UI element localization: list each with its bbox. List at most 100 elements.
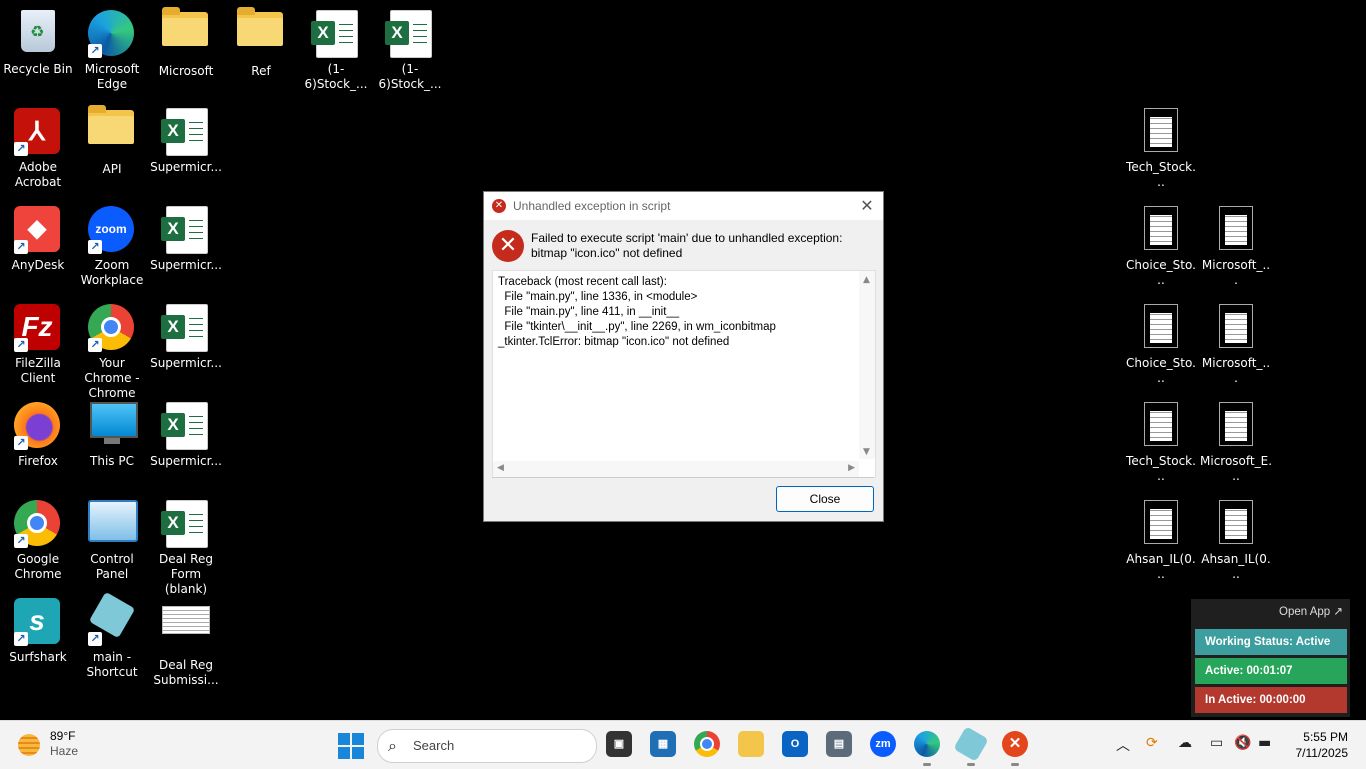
desktop-icon-stock-2[interactable]: X (1-6)Stock_... bbox=[372, 4, 448, 100]
scroll-left-icon[interactable]: ◀ bbox=[497, 463, 504, 473]
network-icon[interactable]: ▭ bbox=[1210, 735, 1223, 751]
adobe-acrobat-icon: ⅄ ↗ bbox=[14, 108, 62, 156]
clock-time: 5:55 PM bbox=[1303, 730, 1348, 744]
volume-muted-icon[interactable]: 🔇 bbox=[1234, 735, 1251, 751]
traceback-text: Traceback (most recent call last): File … bbox=[498, 276, 776, 348]
excel-file-icon: X bbox=[385, 10, 434, 58]
text-file-icon bbox=[1212, 402, 1260, 450]
running-indicator bbox=[1011, 763, 1019, 766]
chrome-icon: ↗ bbox=[14, 500, 62, 548]
desktop-icon-deal-reg-submission[interactable]: Deal Reg Submissi... bbox=[148, 592, 224, 688]
edge-icon: ↗ bbox=[88, 10, 136, 58]
open-app-link[interactable]: Open App ↗ bbox=[1276, 604, 1346, 618]
firefox-icon: ↗ bbox=[14, 402, 62, 450]
desktop-icon-supermicro-2[interactable]: X Supermicr... bbox=[148, 200, 224, 296]
desktop-icon-your-chrome[interactable]: ↗ Your Chrome - Chrome bbox=[74, 298, 150, 400]
desktop-icon-google-chrome[interactable]: ↗ Google Chrome bbox=[0, 494, 76, 590]
haze-weather-icon bbox=[18, 734, 40, 756]
excel-file-icon: X bbox=[161, 206, 210, 254]
horizontal-scrollbar[interactable]: ◀ ▶ bbox=[493, 461, 859, 477]
outlook-icon[interactable]: O bbox=[782, 731, 808, 757]
vertical-scrollbar[interactable]: ▲ ▼ bbox=[859, 271, 875, 459]
traceback-textbox[interactable]: Traceback (most recent call last): File … bbox=[492, 270, 876, 478]
error-message-line-1: Failed to execute script 'main' due to u… bbox=[531, 231, 843, 245]
dialog-titlebar[interactable]: ✕ Unhandled exception in script ✕ bbox=[484, 192, 883, 220]
dialog-title: Unhandled exception in script bbox=[513, 199, 671, 213]
desktop-icon-microsoft-edge[interactable]: ↗ Microsoft Edge bbox=[74, 4, 150, 100]
text-file-icon bbox=[1212, 304, 1260, 352]
error-icon: ✕ bbox=[492, 230, 524, 262]
scroll-right-icon[interactable]: ▶ bbox=[848, 463, 855, 473]
working-status-widget: Open App ↗ Working Status: Active Active… bbox=[1191, 599, 1350, 717]
desktop-icon-adobe-acrobat[interactable]: ⅄ ↗ Adobe Acrobat bbox=[0, 102, 76, 198]
desktop-icon-surfshark[interactable]: s ↗ Surfshark bbox=[0, 592, 76, 688]
microsoft-store-icon[interactable]: ▦ bbox=[650, 731, 676, 757]
folder-icon bbox=[237, 7, 285, 60]
battery-icon[interactable]: ▬ bbox=[1258, 735, 1271, 751]
file-explorer-icon[interactable] bbox=[738, 731, 764, 757]
desktop-icon-zoom[interactable]: zoom ↗ Zoom Workplace bbox=[74, 200, 150, 296]
text-file-icon bbox=[1212, 206, 1260, 254]
running-indicator bbox=[923, 763, 931, 766]
desktop-icon-microsoft-file-2[interactable]: Microsoft_... bbox=[1198, 298, 1274, 394]
desktop-icon-ahsan-2[interactable]: Ahsan_IL(0... bbox=[1198, 494, 1274, 590]
clock[interactable]: 5:55 PM 7/11/2025 bbox=[1296, 729, 1349, 761]
desktop-icon-main-shortcut[interactable]: ↗ main - Shortcut bbox=[74, 591, 150, 688]
error-small-icon: ✕ bbox=[492, 199, 506, 213]
error-app-taskbar-icon[interactable]: ✕ bbox=[1002, 731, 1028, 757]
desktop-icon-microsoft-folder[interactable]: Microsoft bbox=[148, 4, 224, 100]
desktop-icon-choice-stock-1[interactable]: Choice_Sto... bbox=[1123, 200, 1199, 296]
desktop-icon-choice-stock-2[interactable]: Choice_Sto... bbox=[1123, 298, 1199, 394]
running-indicator bbox=[967, 763, 975, 766]
main-app-icon: ↗ bbox=[88, 591, 136, 646]
taskbar-search[interactable]: ⌕ Search bbox=[377, 729, 597, 763]
desktop-icon-ahsan-1[interactable]: Ahsan_IL(0... bbox=[1123, 494, 1199, 590]
scroll-up-icon[interactable]: ▲ bbox=[863, 275, 870, 285]
divider bbox=[492, 477, 874, 478]
text-file-icon bbox=[1137, 304, 1185, 352]
excel-file-icon: X bbox=[161, 402, 210, 450]
chrome-taskbar-icon[interactable] bbox=[694, 731, 720, 757]
desktop-icon-recycle-bin[interactable]: ♻ Recycle Bin bbox=[0, 4, 76, 100]
desktop-icon-microsoft-file-1[interactable]: Microsoft_... bbox=[1198, 200, 1274, 296]
task-view-icon[interactable]: ▣ bbox=[606, 731, 632, 757]
desktop-icon-supermicro-3[interactable]: X Supermicr... bbox=[148, 298, 224, 394]
error-dialog: ✕ Unhandled exception in script ✕ ✕ Fail… bbox=[483, 191, 884, 522]
sync-icon[interactable]: ⟳ bbox=[1146, 735, 1158, 751]
desktop-icon-deal-reg-form[interactable]: X Deal Reg Form (blank) bbox=[148, 494, 224, 596]
desktop-icon-this-pc[interactable]: This PC bbox=[74, 396, 150, 492]
scroll-down-icon[interactable]: ▼ bbox=[863, 447, 870, 457]
desktop-icon-ref-folder[interactable]: Ref bbox=[223, 4, 299, 100]
desktop-icon-stock-1[interactable]: X (1-6)Stock_... bbox=[298, 4, 374, 100]
desktop-icon-microsoft-file-3[interactable]: Microsoft_E... bbox=[1198, 396, 1274, 492]
error-message: Failed to execute script 'main' due to u… bbox=[531, 231, 842, 261]
desktop-icon-firefox[interactable]: ↗ Firefox bbox=[0, 396, 76, 492]
text-file-icon bbox=[1212, 500, 1260, 548]
taskbar: 89°F Haze ⌕ Search ▣ ▦ O ▤ zm ✕ ︿ ⟳ ☁ ▭ … bbox=[0, 720, 1366, 769]
desktop-icon-control-panel[interactable]: Control Panel bbox=[74, 494, 150, 590]
desktop-icon-supermicro-1[interactable]: X Supermicr... bbox=[148, 102, 224, 198]
cloud-off-icon[interactable]: ☁ bbox=[1178, 735, 1192, 751]
working-status-bar: Working Status: Active bbox=[1195, 629, 1347, 655]
desktop-icon-supermicro-4[interactable]: X Supermicr... bbox=[148, 396, 224, 492]
main-app-taskbar-icon[interactable] bbox=[953, 726, 989, 762]
start-button[interactable] bbox=[338, 733, 364, 759]
close-button[interactable]: Close bbox=[776, 486, 874, 512]
clock-date: 7/11/2025 bbox=[1295, 746, 1349, 760]
search-icon: ⌕ bbox=[388, 736, 397, 755]
desktop-icon-filezilla[interactable]: Fz ↗ FileZilla Client bbox=[0, 298, 76, 394]
edge-taskbar-icon[interactable] bbox=[914, 731, 940, 757]
zoom-taskbar-icon[interactable]: zm bbox=[870, 731, 896, 757]
chevron-up-icon[interactable]: ︿ bbox=[1116, 735, 1130, 755]
image-file-icon bbox=[162, 606, 210, 654]
excel-file-icon: X bbox=[161, 108, 210, 156]
desktop-icon-anydesk[interactable]: ◆ ↗ AnyDesk bbox=[0, 200, 76, 296]
desktop-icon-tech-stock-1[interactable]: Tech_Stock... bbox=[1123, 102, 1199, 198]
desktop-icon-tech-stock-2[interactable]: Tech_Stock... bbox=[1123, 396, 1199, 492]
close-icon[interactable]: ✕ bbox=[857, 196, 877, 216]
calculator-icon[interactable]: ▤ bbox=[826, 731, 852, 757]
recycle-bin-icon: ♻ bbox=[14, 10, 62, 58]
error-message-line-2: bitmap "icon.ico" not defined bbox=[531, 246, 683, 260]
desktop-icon-api-folder[interactable]: API bbox=[74, 102, 150, 198]
control-panel-icon bbox=[88, 500, 138, 548]
